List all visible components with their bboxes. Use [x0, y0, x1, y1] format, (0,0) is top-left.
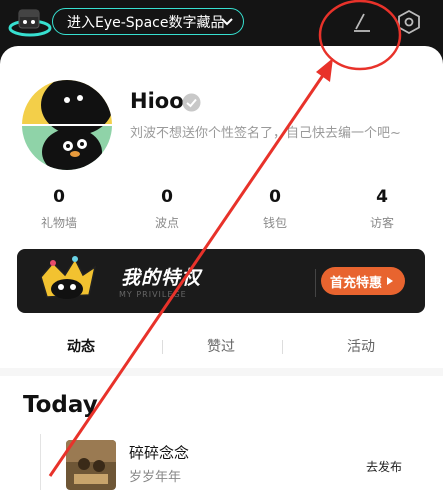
profile-signature[interactable]: 刘波不想送你个性签名了，自己快去编一个吧~ — [130, 122, 401, 141]
stat-label: 礼物墙 — [40, 216, 77, 230]
eye-space-logo-icon[interactable] — [8, 4, 52, 40]
publish-button[interactable]: 去发布 — [366, 458, 402, 475]
list-item[interactable]: 碎碎念念 岁岁年年 去发布 — [0, 432, 443, 492]
stat-label: 波点 — [154, 216, 179, 230]
first-recharge-button[interactable]: 首充特惠 — [321, 267, 405, 295]
stat-label: 访客 — [369, 216, 394, 230]
banner-subtitle: MY PRIVILEGE — [119, 290, 187, 299]
chevron-down-icon — [221, 18, 233, 26]
crown-icon — [40, 256, 97, 299]
profile-card: Hioo 刘波不想送你个性签名了，自己快去编一个吧~ 0 礼物墙 0 波点 0 … — [0, 46, 443, 492]
stats-row: 0 礼物墙 0 波点 0 钱包 4 访客 — [0, 186, 443, 236]
button-label: 首充特惠 — [329, 275, 382, 291]
tab-moments[interactable]: 动态 — [36, 336, 126, 356]
stat-value: 4 — [376, 187, 388, 207]
stat-value: 0 — [161, 187, 173, 207]
chevron-right-icon — [387, 277, 393, 285]
stat-wallet[interactable]: 0 钱包 — [235, 186, 315, 231]
eye-space-label: 进入Eye-Space数字藏品 — [67, 14, 225, 31]
eye-space-entry-button[interactable]: 进入Eye-Space数字藏品 — [52, 8, 244, 35]
tab-liked[interactable]: 赞过 — [176, 336, 266, 356]
content-tabs: 动态 赞过 活动 — [0, 332, 443, 362]
banner-title: 我的特权 — [121, 267, 202, 289]
tab-divider — [282, 340, 283, 354]
tab-divider — [162, 340, 163, 354]
timeline-line — [40, 434, 41, 490]
stat-gift-wall[interactable]: 0 礼物墙 — [19, 186, 99, 231]
post-title: 碎碎念念 — [129, 444, 190, 462]
avatar[interactable] — [22, 70, 112, 180]
stat-visitors[interactable]: 4 访客 — [342, 186, 422, 231]
privilege-banner[interactable]: 我的特权 MY PRIVILEGE 首充特惠 — [17, 249, 425, 313]
edit-pen-icon[interactable] — [350, 10, 374, 34]
stat-dots[interactable]: 0 波点 — [127, 186, 207, 231]
stat-value: 0 — [53, 187, 65, 207]
top-bar: 进入Eye-Space数字藏品 — [0, 0, 443, 46]
post-thumbnail — [66, 440, 116, 490]
section-divider — [0, 368, 443, 376]
tab-activity[interactable]: 活动 — [316, 336, 406, 356]
stat-value: 0 — [269, 187, 281, 207]
verified-check-icon — [182, 93, 201, 112]
profile-name: Hioo — [130, 89, 184, 113]
section-title: Today — [23, 392, 98, 418]
stat-label: 钱包 — [262, 216, 287, 230]
gear-hexagon-icon[interactable] — [396, 9, 422, 35]
banner-divider — [315, 269, 316, 297]
post-subtitle: 岁岁年年 — [129, 470, 182, 485]
